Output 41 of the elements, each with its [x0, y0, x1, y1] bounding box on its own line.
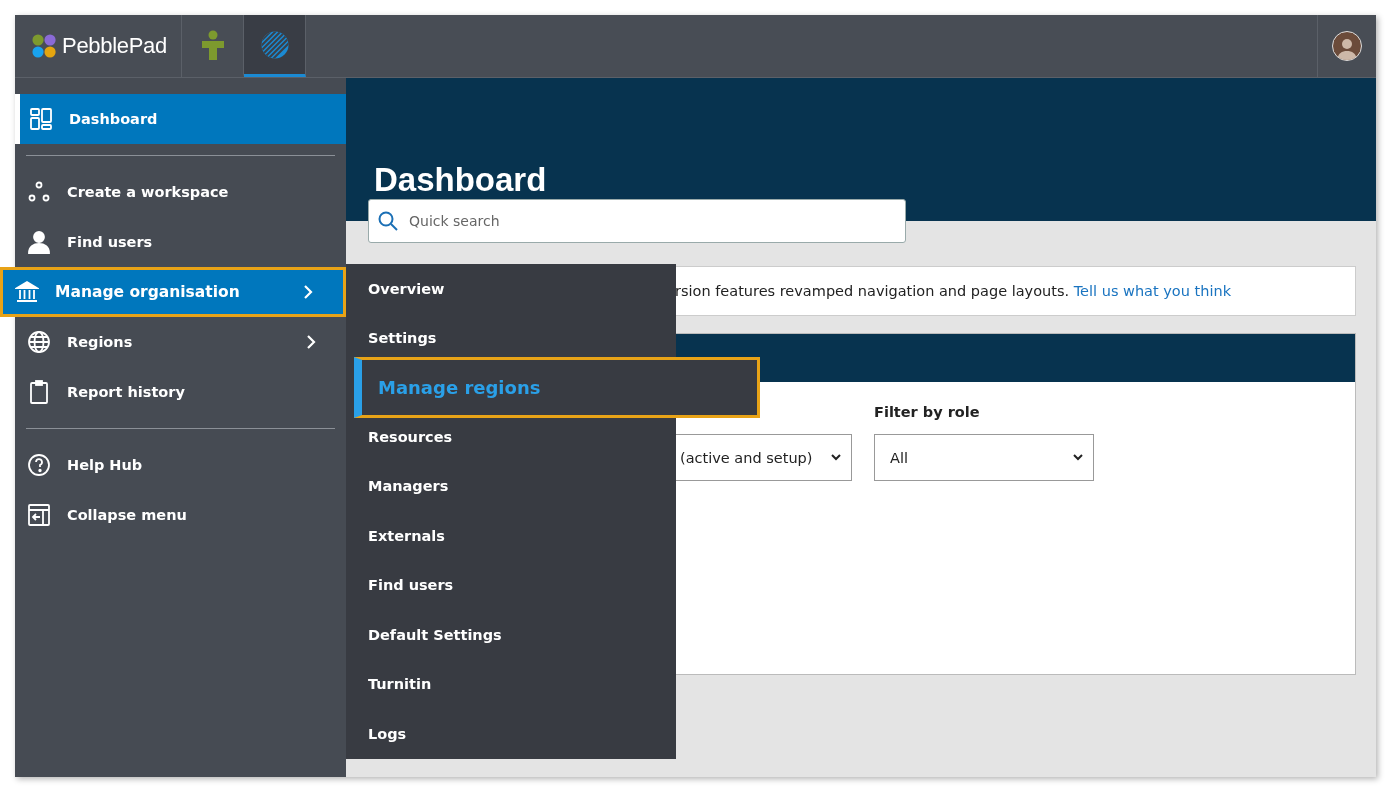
sidebar-item[interactable]: Regions [15, 317, 346, 367]
dropdown[interactable]: All [874, 434, 1094, 481]
circles-icon [27, 180, 51, 204]
chevron-right-icon [303, 284, 313, 300]
sidebar-item[interactable]: Create a workspace [15, 167, 346, 217]
banner-text: rsion features revamped navigation and page layouts. Tell us what you think [675, 283, 1232, 299]
avatar[interactable] [1332, 31, 1362, 61]
user-icon [27, 230, 51, 254]
sidebar-item[interactable]: Manage organisation [0, 267, 346, 317]
sidebar-item[interactable]: Report history [15, 367, 346, 417]
submenu-item[interactable]: Externals [346, 511, 676, 561]
bank-building-icon [15, 280, 39, 304]
submenu-item[interactable]: Turnitin [346, 659, 676, 709]
striped-circle-icon [260, 30, 289, 59]
flower-logo-icon [32, 32, 57, 60]
dropdown[interactable]: (active and setup) [675, 434, 852, 481]
clipboard-icon [27, 380, 51, 404]
dashboard-grid-icon [29, 107, 53, 131]
sidebar-item[interactable]: Dashboard [15, 94, 346, 144]
submenu-item[interactable]: Manage regions [354, 357, 760, 418]
sidebar-item[interactable]: Help Hub [15, 440, 346, 490]
submenu-item[interactable]: Managers [346, 461, 676, 511]
filter-label: Filter by role [874, 404, 981, 422]
collapse-panel-icon [27, 503, 51, 527]
sidebar-item[interactable]: Find users [15, 217, 346, 267]
submenu-item[interactable]: Find users [346, 560, 676, 610]
chevron-right-icon [306, 334, 316, 350]
page-title: Dashboard [374, 161, 547, 199]
submenu-item[interactable]: Default Settings [346, 610, 676, 660]
submenu-item[interactable]: Overview [346, 264, 676, 314]
caret-icon [831, 454, 841, 461]
app-tab[interactable] [244, 15, 306, 77]
caret-icon [1073, 454, 1083, 461]
search-field[interactable]: Quick search [368, 199, 906, 243]
submenu-item[interactable]: Logs [346, 709, 676, 759]
person-icon [201, 29, 224, 60]
logo-text: PebblePad [62, 33, 167, 59]
globe-icon [27, 330, 51, 354]
help-icon [27, 453, 51, 477]
sidebar-item[interactable]: Collapse menu [15, 490, 346, 540]
feedback-link[interactable]: Tell us what you think [1073, 283, 1232, 299]
